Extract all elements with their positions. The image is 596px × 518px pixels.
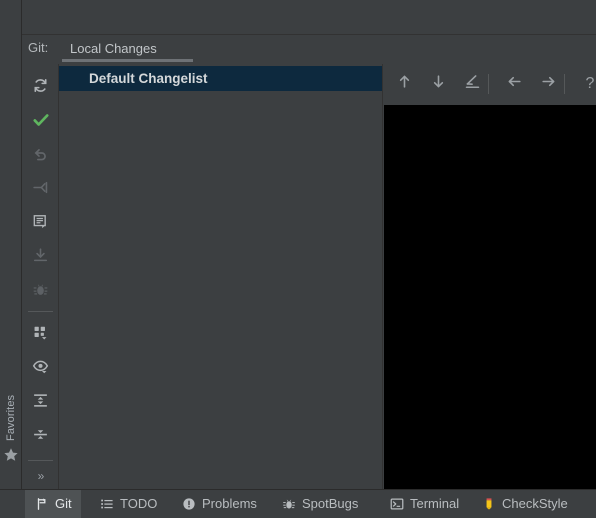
- rollback-button: [23, 142, 58, 170]
- arrow-left-icon: [506, 73, 523, 95]
- bug-icon: [281, 497, 296, 512]
- git-caption-label: Git:: [28, 40, 49, 55]
- get-from-shelf-button: [23, 244, 58, 272]
- help-button[interactable]: ?: [576, 70, 596, 98]
- arrow-up-icon: [396, 73, 413, 95]
- next-difference-button[interactable]: [424, 70, 452, 98]
- ide-git-local-changes-window: Favorites Git: Local Changes » Default C…: [0, 0, 596, 518]
- shelve-arrow-icon: [32, 179, 49, 201]
- pencil-icon: [464, 73, 481, 95]
- terminal-icon: [389, 497, 404, 512]
- tool-window-bar: Git TODO Problems SpotBugs Terminal Chec…: [0, 489, 596, 518]
- git-tab-header: Git: Local Changes: [22, 36, 596, 63]
- toolbar-separator-2: [564, 74, 565, 94]
- previous-difference-button[interactable]: [390, 70, 418, 98]
- pencil-yellow-icon: [481, 497, 496, 512]
- group-by-icon: [32, 324, 49, 346]
- star-icon: [3, 447, 19, 463]
- commit-button[interactable]: [23, 108, 58, 136]
- toolbar-separator: [28, 311, 53, 312]
- shelve-button: [23, 176, 58, 204]
- bottom-tab-checkstyle-label: CheckStyle: [502, 496, 568, 511]
- annotate-button[interactable]: [458, 70, 486, 98]
- group-by-button[interactable]: [23, 321, 58, 349]
- refresh-button[interactable]: [23, 74, 58, 102]
- tab-local-changes-label: Local Changes: [70, 41, 157, 56]
- more-options-button[interactable]: »: [23, 462, 58, 490]
- git-branch-icon: [34, 497, 49, 512]
- expand-all-icon: [32, 392, 49, 414]
- favorites-stripe: Favorites: [0, 0, 22, 489]
- bottom-tab-checkstyle[interactable]: CheckStyle: [472, 490, 577, 518]
- favorites-label: Favorites: [5, 394, 17, 441]
- bottom-tab-git-label: Git: [55, 496, 72, 511]
- go-back-button[interactable]: [500, 70, 528, 98]
- bottom-tab-terminal-label: Terminal: [410, 496, 460, 511]
- tree-node-default-changelist[interactable]: Default Changelist: [59, 66, 382, 91]
- tab-selected-underline: [62, 59, 193, 62]
- expand-all-button[interactable]: [23, 389, 58, 417]
- collapse-all-icon: [32, 426, 49, 448]
- collapse-all-button[interactable]: [23, 423, 58, 451]
- preview-diff-button[interactable]: [23, 355, 58, 383]
- changes-tree[interactable]: Default Changelist: [59, 64, 383, 489]
- download-icon: [32, 247, 49, 269]
- note-icon: [32, 213, 49, 235]
- edit-changelist-button[interactable]: [23, 210, 58, 238]
- bottom-tab-terminal[interactable]: Terminal: [380, 490, 468, 518]
- eye-icon: [32, 358, 49, 380]
- toolbar-separator-bottom: [28, 460, 53, 461]
- debug-button: [23, 278, 58, 306]
- go-forward-button[interactable]: [534, 70, 562, 98]
- tree-node-label: Default Changelist: [89, 71, 208, 86]
- revert-arrow-icon: [32, 145, 49, 167]
- bottom-tab-problems-label: Problems: [202, 496, 257, 511]
- diff-editor-area[interactable]: [384, 105, 596, 489]
- toolbar-separator-1: [488, 74, 489, 94]
- diff-preview-pane: ?: [384, 64, 596, 489]
- bottom-tab-spotbugs-label: SpotBugs: [302, 496, 359, 511]
- checkmark-icon: [32, 111, 50, 134]
- question-mark-icon: ?: [585, 75, 595, 92]
- problems-icon: [181, 497, 196, 512]
- todo-list-icon: [99, 497, 114, 512]
- window-top-strip: [22, 0, 596, 35]
- bottom-tab-spotbugs[interactable]: SpotBugs: [272, 490, 367, 518]
- bottom-tab-git[interactable]: Git: [25, 490, 81, 518]
- local-changes-toolbar: »: [23, 64, 59, 489]
- bug-icon: [32, 281, 49, 303]
- chevron-double-right-icon: »: [37, 469, 45, 483]
- diff-toolbar: ?: [384, 64, 596, 104]
- bottom-tab-todo-label: TODO: [120, 496, 158, 511]
- bottom-tab-todo[interactable]: TODO: [90, 490, 166, 518]
- refresh-icon: [32, 77, 49, 99]
- arrow-right-icon: [540, 73, 557, 95]
- bottom-tab-problems[interactable]: Problems: [172, 490, 266, 518]
- arrow-down-icon: [430, 73, 447, 95]
